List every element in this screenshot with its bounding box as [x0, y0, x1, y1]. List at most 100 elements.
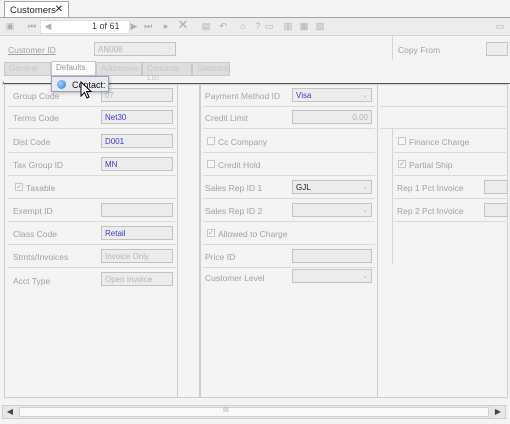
rep2-pct-invoice-field[interactable] [484, 203, 508, 217]
print-icon[interactable]: ▦ [298, 21, 310, 32]
rep2-pct-invoice-label: Rep 2 Pct Invoice [397, 206, 464, 216]
horizontal-scrollbar[interactable]: ◀ III ▶ [2, 405, 506, 419]
cc-company-label: Cc Company [218, 137, 268, 147]
notes-icon[interactable]: ▭ [263, 21, 275, 32]
group-code-label: Group Code [13, 91, 60, 101]
doc-tab-title: Customers [10, 5, 56, 16]
partial-ship-checkbox[interactable]: ✓ [398, 160, 406, 168]
taxable-checkbox[interactable]: ✓ [15, 183, 23, 191]
tab-defaults[interactable]: Defaults [51, 61, 96, 76]
rep1-pct-invoice-field[interactable] [484, 180, 508, 194]
row-divider [8, 244, 176, 245]
allowed-to-charge-checkbox[interactable]: ✓ [207, 229, 215, 237]
tab-addresses[interactable]: Addresses [96, 62, 142, 76]
row-divider [203, 128, 375, 129]
customer-id-field[interactable]: AN008 ··· [94, 42, 176, 56]
customers-doc-tab[interactable]: Customers ✕ [4, 1, 69, 18]
scroll-right-icon[interactable]: ▶ [492, 407, 504, 417]
taxable-label: Taxable [26, 183, 56, 193]
row-divider [8, 106, 176, 107]
ellipsis-icon[interactable]: ··· [165, 45, 172, 52]
finance-charge-checkbox[interactable] [398, 137, 406, 145]
gutter-panel [178, 84, 200, 398]
row-divider [203, 198, 375, 199]
class-code-label: Class Code [13, 229, 57, 239]
tab-contacts-list[interactable]: Contacts List [142, 62, 192, 82]
mouse-pointer-icon [80, 81, 93, 99]
credit-limit-field[interactable]: 0.00 [292, 110, 372, 124]
customers-window: Customers ✕ ▣ ⏮ ◀ 1 of 61 ▶ ⏭ ▸ ✕ ▤ ↶ ⌂ … [0, 0, 510, 424]
exempt-id-field[interactable] [101, 203, 173, 217]
tab-general[interactable]: General [4, 62, 51, 76]
customer-id-label: Customer ID [8, 45, 56, 55]
customer-level-field[interactable]: ⌄ [292, 269, 372, 283]
scroll-left-icon[interactable]: ◀ [4, 407, 16, 417]
undo-icon[interactable]: ↶ [217, 21, 229, 32]
chevron-down-icon[interactable]: ⌄ [362, 91, 368, 99]
credit-hold-checkbox[interactable] [207, 160, 215, 168]
row-divider [394, 152, 506, 153]
tab-statistics[interactable]: Statistics [192, 62, 230, 76]
customer-level-label: Customer Level [205, 273, 265, 283]
copy-from-field[interactable] [486, 42, 508, 56]
row-divider [8, 128, 176, 129]
payment-method-id-label: Payment Method ID [205, 91, 281, 101]
left-panel [4, 84, 178, 398]
copy-icon[interactable]: ▤ [200, 21, 212, 32]
row-divider [203, 175, 375, 176]
previous-record-icon[interactable]: ◀ [42, 21, 54, 32]
record-position: 1 of 61 [92, 21, 120, 31]
copy-from-label: Copy From [398, 45, 441, 55]
sales-rep-id-1-field[interactable]: GJL ⌄ [292, 180, 372, 194]
chevron-down-icon[interactable]: ⌄ [362, 272, 368, 280]
group-code-field[interactable]: 07 [101, 88, 173, 102]
class-code-field[interactable]: Retail [101, 226, 173, 240]
payment-method-id-field[interactable]: Visa ⌄ [292, 88, 372, 102]
last-record-icon[interactable]: ⏭ [142, 21, 154, 32]
delete-icon[interactable]: ✕ [177, 18, 189, 31]
options-icon[interactable]: ▭ [494, 21, 506, 32]
sales-rep-id-1-value: GJL [296, 183, 311, 192]
scrollbar-thumb[interactable] [19, 407, 489, 417]
customer-id-value: AN008 [98, 45, 123, 54]
sales-rep-id-2-field[interactable]: ⌄ [292, 203, 372, 217]
acct-type-field[interactable]: Open Invoice [101, 272, 173, 286]
chevron-down-icon[interactable]: ⌄ [362, 206, 368, 214]
row-divider [8, 267, 176, 268]
row-divider [8, 152, 176, 153]
row-divider [380, 128, 506, 129]
next-record-icon[interactable]: ▶ [128, 21, 140, 32]
attach-icon[interactable]: ▥ [282, 21, 294, 32]
terms-code-field[interactable]: Net30 [101, 110, 173, 124]
row-divider [203, 152, 375, 153]
row-divider [8, 221, 176, 222]
price-id-field[interactable] [292, 249, 372, 263]
allowed-to-charge-label: Allowed to Charge [218, 229, 288, 239]
acct-type-label: Acct Type [13, 276, 51, 286]
right-inner-divider [392, 128, 393, 264]
row-divider [8, 198, 176, 199]
payment-method-id-value: Visa [296, 91, 312, 100]
close-icon[interactable]: ✕ [55, 4, 63, 15]
tax-group-id-label: Tax Group ID [13, 160, 64, 170]
record-toolbar: ▣ ⏮ ◀ 1 of 61 ▶ ⏭ ▸ ✕ ▤ ↶ ⌂ ? ▭ ▥ ▦ ▧ ▭ [0, 18, 510, 36]
chevron-down-icon[interactable]: ⌄ [362, 183, 368, 191]
stmts-invoices-label: Stmts/Invoices [13, 252, 69, 262]
tax-group-id-field[interactable]: MN [101, 157, 173, 171]
save-icon[interactable]: ▣ [4, 21, 16, 32]
row-divider [203, 106, 375, 107]
price-id-label: Price ID [205, 252, 236, 262]
scrollbar-grip: III [223, 407, 229, 414]
new-record-icon[interactable]: ▸ [160, 21, 172, 32]
dist-code-label: Dist Code [13, 137, 51, 147]
dist-code-field[interactable]: D001 [101, 134, 173, 148]
report-icon[interactable]: ▧ [314, 21, 326, 32]
stmts-invoices-field[interactable]: Invoice Only [101, 249, 173, 263]
partial-ship-label: Partial Ship [409, 160, 453, 170]
first-record-icon[interactable]: ⏮ [26, 21, 38, 32]
credit-hold-label: Credit Hold [218, 160, 261, 170]
cc-company-checkbox[interactable] [207, 137, 215, 145]
lookup-icon[interactable]: ⌂ [237, 21, 249, 32]
row-divider [203, 267, 375, 268]
sales-rep-id-1-label: Sales Rep ID 1 [205, 183, 263, 193]
